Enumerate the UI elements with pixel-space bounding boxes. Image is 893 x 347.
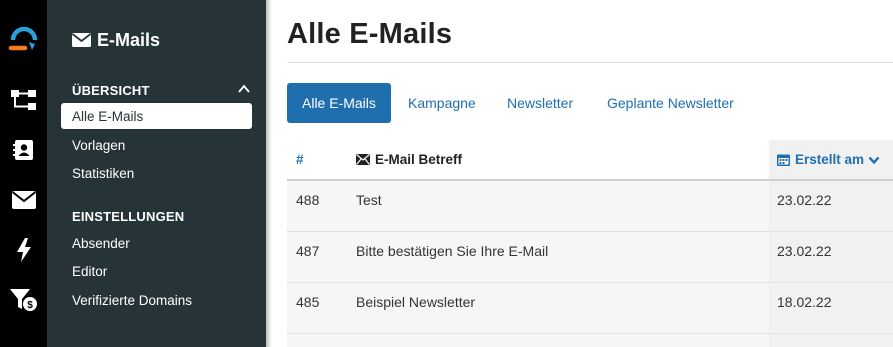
cell-id: 487 [296,243,320,259]
flow-icon[interactable] [0,82,47,118]
sidebar-item-vorlagen[interactable]: Vorlagen [61,132,252,158]
tab-alle-emails[interactable]: Alle E-Mails [287,83,391,123]
chevron-down-icon [868,156,880,164]
envelope-icon [72,33,91,47]
email-icon[interactable] [0,182,47,218]
cell-id: 488 [296,192,320,208]
column-header-subject-label: E-Mail Betreff [375,152,463,167]
sidebar-item-editor[interactable]: Editor [61,258,252,284]
table-row[interactable] [287,334,769,347]
tab-newsletter[interactable]: Newsletter [492,83,588,123]
header-divider [287,179,893,181]
section-overview: ÜBERSICHT [72,83,150,98]
sidebar-shadow [266,0,272,347]
title-divider [287,62,893,63]
tab-geplante-newsletter[interactable]: Geplante Newsletter [592,83,749,123]
cell-date: 18.02.22 [777,294,832,310]
tab-kampagne[interactable]: Kampagne [393,83,491,123]
sidebar-item-alle-emails[interactable]: Alle E-Mails [61,103,252,129]
cell-subject[interactable]: Beispiel Newsletter [356,294,475,310]
cell-date: 23.02.22 [777,243,832,259]
calendar-icon [777,154,790,166]
cell-subject[interactable]: Bitte bestätigen Sie Ihre E-Mail [356,243,548,259]
column-header-created[interactable]: Erstellt am [777,152,880,167]
sidebar: E-Mails ÜBERSICHT Alle E-Mails Vorlagen … [47,0,266,347]
column-header-subject[interactable]: E-Mail Betreff [356,152,462,167]
svg-text:$: $ [27,300,33,311]
column-header-created-label: Erstellt am [795,152,865,167]
cell-date: 23.02.22 [777,192,832,208]
section-settings: EINSTELLUNGEN [72,209,185,224]
sidebar-item-statistiken[interactable]: Statistiken [61,160,252,186]
column-header-id[interactable]: # [296,152,304,167]
chevron-up-icon[interactable] [237,82,251,96]
cell-id: 485 [296,294,320,310]
funnel-icon[interactable]: $ [0,282,47,318]
icon-rail: $ [0,0,47,347]
envelope-icon [356,154,370,165]
sidebar-title: E-Mails [72,28,160,52]
logo-icon[interactable] [0,22,47,58]
cell-subject[interactable]: Test [356,192,382,208]
page-title: Alle E-Mails [287,18,453,50]
sidebar-item-absender[interactable]: Absender [61,230,252,256]
contacts-icon[interactable] [0,132,47,168]
sidebar-title-label: E-Mails [97,29,161,50]
sidebar-item-verifizierte-domains[interactable]: Verifizierte Domains [61,287,252,313]
lightning-icon[interactable] [0,232,47,268]
